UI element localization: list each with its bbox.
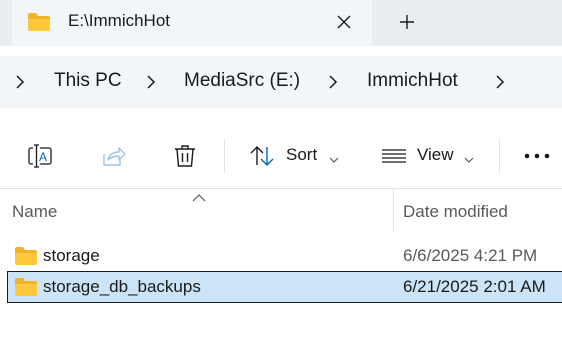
folder-icon (27, 12, 51, 32)
file-name: storage_db_backups (43, 277, 201, 296)
breadcrumb-item-mediasrc[interactable]: MediaSrc (E:) (184, 70, 300, 92)
view-button[interactable]: View (417, 145, 454, 165)
command-separator (499, 138, 500, 174)
new-tab-button[interactable] (393, 8, 421, 36)
sort-ascending-icon (192, 189, 206, 202)
chevron-right-icon[interactable] (494, 73, 506, 91)
list-item[interactable]: storage 6/6/2025 4:21 PM (8, 240, 562, 272)
rename-icon[interactable]: A (26, 142, 54, 170)
column-divider[interactable] (393, 189, 394, 231)
sort-button[interactable]: Sort (286, 145, 317, 165)
column-header-date-modified[interactable]: Date modified (403, 202, 508, 222)
close-icon[interactable] (330, 8, 358, 36)
more-icon[interactable] (523, 142, 551, 170)
share-icon[interactable] (99, 142, 127, 170)
tab-active[interactable]: E:\ImmichHot (12, 0, 372, 46)
breadcrumb-item-immichhot[interactable]: ImmichHot (367, 70, 458, 92)
file-date-modified: 6/6/2025 4:21 PM (403, 246, 538, 265)
column-header-name[interactable]: Name (12, 202, 57, 222)
folder-icon (14, 246, 38, 266)
chevron-down-icon (329, 151, 339, 163)
address-bar[interactable]: This PC MediaSrc (E:) ImmichHot (0, 56, 562, 108)
breadcrumb-item-this-pc[interactable]: This PC (54, 70, 122, 92)
chevron-right-icon[interactable] (14, 73, 26, 91)
command-separator (224, 138, 225, 174)
trash-icon[interactable] (171, 142, 199, 170)
plus-icon (400, 15, 414, 29)
column-header-row: Name Date modified (0, 189, 562, 231)
command-bar: A Sort View (0, 124, 562, 189)
tab-strip: E:\ImmichHot (0, 0, 562, 46)
file-date-modified: 6/21/2025 2:01 AM (403, 277, 546, 296)
file-name: storage (43, 246, 100, 265)
list-item-selected[interactable]: storage_db_backups 6/21/2025 2:01 AM (7, 271, 562, 303)
svg-text:A: A (39, 150, 47, 164)
chevron-down-icon (464, 151, 474, 163)
sort-icon[interactable] (248, 142, 276, 170)
tab-title: E:\ImmichHot (68, 11, 171, 30)
chevron-right-icon[interactable] (327, 73, 339, 91)
view-icon[interactable] (380, 142, 408, 170)
folder-icon (14, 277, 38, 297)
chevron-right-icon[interactable] (145, 73, 157, 91)
